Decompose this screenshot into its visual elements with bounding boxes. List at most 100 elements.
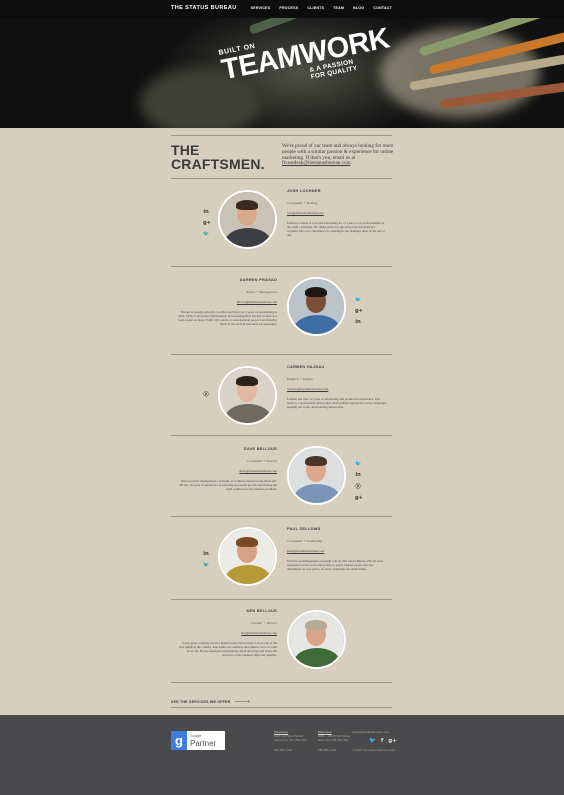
page-title: THE CRAFTSMEN.: [171, 143, 265, 171]
twitter-icon[interactable]: 🐦: [355, 461, 361, 467]
member-role: Co-founder + Leadership: [287, 539, 322, 543]
member-bio: Every great company needs a mentor team.…: [179, 641, 277, 657]
divider: [171, 599, 392, 600]
member-bio: Carmen has over 12 years of advertising …: [287, 397, 387, 409]
member-email-link[interactable]: carmen@thestatusbureau.com: [287, 387, 387, 391]
services-link[interactable]: SEE THE SERVICES WE OFFER ——⟶: [171, 699, 250, 705]
google-plus-icon[interactable]: g+: [355, 495, 363, 501]
nav-item-team[interactable]: TEAM: [333, 6, 344, 10]
arrow-right-icon[interactable]: ——⟶: [234, 699, 249, 705]
member-role: Founder + Partner: [250, 621, 277, 625]
linkedin-icon[interactable]: in: [203, 209, 209, 215]
nav-item-blog[interactable]: BLOG: [353, 6, 364, 10]
footer-office-edmonton: Edmonton 4001 - 10125 109 Street Edmonto…: [318, 730, 350, 752]
member-email-link[interactable]: ken@thestatusbureau.com: [177, 631, 277, 635]
member-role: Co-founder + Strategy: [287, 201, 318, 205]
member-bio: Paul has an management oversight role fo…: [287, 559, 384, 571]
hero-headline: BUILT ON TEAMWORK & A PASSION FOR QUALIT…: [218, 18, 392, 86]
top-navigation-bar: THE STATUS BUREAU SERVICES PROCESS CLIEN…: [0, 0, 564, 18]
linkedin-icon[interactable]: in: [355, 472, 361, 478]
social-links: in g+ 🐦: [203, 209, 211, 237]
member-role: Tactics + Management: [245, 290, 277, 294]
intro-email-link[interactable]: fiveatdesk@thestatusbureau.com: [282, 160, 351, 166]
member-email-link[interactable]: josh@thestatusbureau.com: [287, 211, 387, 215]
member-role: Platform + Design: [287, 377, 313, 381]
member-email-link[interactable]: paul@thestatusbureau.com: [287, 549, 387, 553]
nav-item-services[interactable]: SERVICES: [251, 6, 271, 10]
google-plus-icon[interactable]: g+: [388, 738, 397, 744]
divider: [171, 178, 392, 179]
main-menu: SERVICES PROCESS CLIENTS TEAM BLOG CONTA…: [251, 6, 392, 10]
member-info: PAUL SELLOWS Co-founder + Leadership pau…: [287, 527, 387, 571]
member-name: DARREN PRASAD: [239, 278, 277, 282]
twitter-icon[interactable]: 🐦: [203, 562, 209, 568]
member-name: PAUL SELLOWS: [287, 527, 321, 531]
social-links: in 🐦: [203, 551, 209, 568]
divider: [171, 354, 392, 355]
social-links: 🐦 in ⓟ g+: [355, 461, 363, 501]
avatar-paul: [218, 527, 277, 586]
linkedin-icon[interactable]: in: [203, 551, 209, 557]
member-bio: Dave provides management oversight on te…: [179, 479, 277, 491]
nav-item-clients[interactable]: CLIENTS: [307, 6, 324, 10]
office-address-line: Edmonton AB T5J 3M1: [318, 738, 349, 742]
member-info: CARMEN HAJDAU Platform + Design carmen@t…: [287, 365, 387, 409]
avatar-dave: [287, 446, 346, 505]
pinterest-icon[interactable]: ⓟ: [203, 391, 209, 398]
intro-end: .: [350, 160, 352, 167]
title-line1: THE: [171, 142, 200, 158]
divider: [171, 266, 392, 267]
intro-text: We're proud of our team and always looki…: [282, 143, 394, 167]
title-line2: CRAFTSMEN.: [171, 156, 265, 172]
site-footer: g Google Partner Vancouver 1123 1/2 West…: [0, 715, 564, 795]
avatar-darren: [287, 277, 346, 336]
badge-big-text: Partner: [190, 739, 217, 748]
member-name: JOSH LOCHNER: [287, 189, 321, 193]
google-partner-badge[interactable]: g Google Partner: [171, 731, 225, 750]
member-bio: Darren is Google Adwords Certified and h…: [178, 310, 277, 326]
google-plus-icon[interactable]: g+: [355, 308, 363, 314]
office-phone: 604 555 1234: [274, 748, 293, 752]
member-info: DARREN PRASAD Tactics + Management darre…: [177, 278, 277, 326]
footer-email[interactable]: hello@thestatusbureau.com: [352, 730, 389, 734]
member-name: CARMEN HAJDAU: [287, 365, 325, 369]
social-links: ⓟ: [203, 391, 209, 398]
member-role: Co-founder + Success: [246, 459, 277, 463]
badge-small-text: Google: [190, 734, 202, 738]
nav-item-contact[interactable]: CONTACT: [373, 6, 392, 10]
services-link-label[interactable]: SEE THE SERVICES WE OFFER: [171, 700, 230, 704]
facebook-icon[interactable]: f: [381, 738, 383, 744]
divider: [171, 435, 392, 436]
member-info: JOSH LOCHNER Co-founder + Strategy josh@…: [287, 189, 387, 237]
social-links: 🐦 g+ in: [355, 297, 363, 325]
google-logo-icon: g: [171, 731, 187, 750]
avatar-josh: [218, 190, 277, 249]
office-phone: 780 555 1234: [318, 748, 337, 752]
member-bio: Josh has worked in web and advertising f…: [287, 221, 385, 237]
office-address-line: Vancouver, BC V6E 2S1: [274, 738, 307, 742]
pinterest-icon[interactable]: ⓟ: [355, 483, 361, 490]
copyright: © 2015 The Status Bureau Corp.: [352, 748, 396, 752]
avatar-carmen: [218, 366, 277, 425]
twitter-icon[interactable]: 🐦: [203, 231, 209, 237]
divider: [171, 135, 392, 136]
member-name: KEN BELLOUS: [246, 609, 277, 613]
member-info: KEN BELLOUS Founder + Partner ken@thesta…: [177, 609, 277, 657]
divider: [171, 707, 392, 708]
twitter-icon[interactable]: 🐦: [369, 738, 376, 744]
intro-copy: We're proud of our team and always looki…: [282, 143, 394, 161]
linkedin-icon[interactable]: in: [355, 319, 361, 325]
member-name: DAVE BELLOUS: [243, 447, 277, 451]
brand-logo[interactable]: THE STATUS BUREAU: [171, 5, 237, 11]
member-email-link[interactable]: darren@thestatusbureau.com: [177, 300, 277, 304]
divider: [171, 682, 392, 683]
member-info: DAVE BELLOUS Co-founder + Success dave@t…: [177, 447, 277, 491]
member-email-link[interactable]: dave@thestatusbureau.com: [177, 469, 277, 473]
avatar-ken: [287, 610, 346, 669]
footer-social-links: 🐦 f g+: [369, 738, 397, 744]
footer-office-vancouver: Vancouver 1123 1/2 West Pender Vancouver…: [274, 730, 306, 752]
nav-item-process[interactable]: PROCESS: [279, 6, 298, 10]
google-plus-icon[interactable]: g+: [203, 220, 211, 226]
twitter-icon[interactable]: 🐦: [355, 297, 361, 303]
hero-banner: BUILT ON TEAMWORK & A PASSION FOR QUALIT…: [0, 18, 564, 128]
